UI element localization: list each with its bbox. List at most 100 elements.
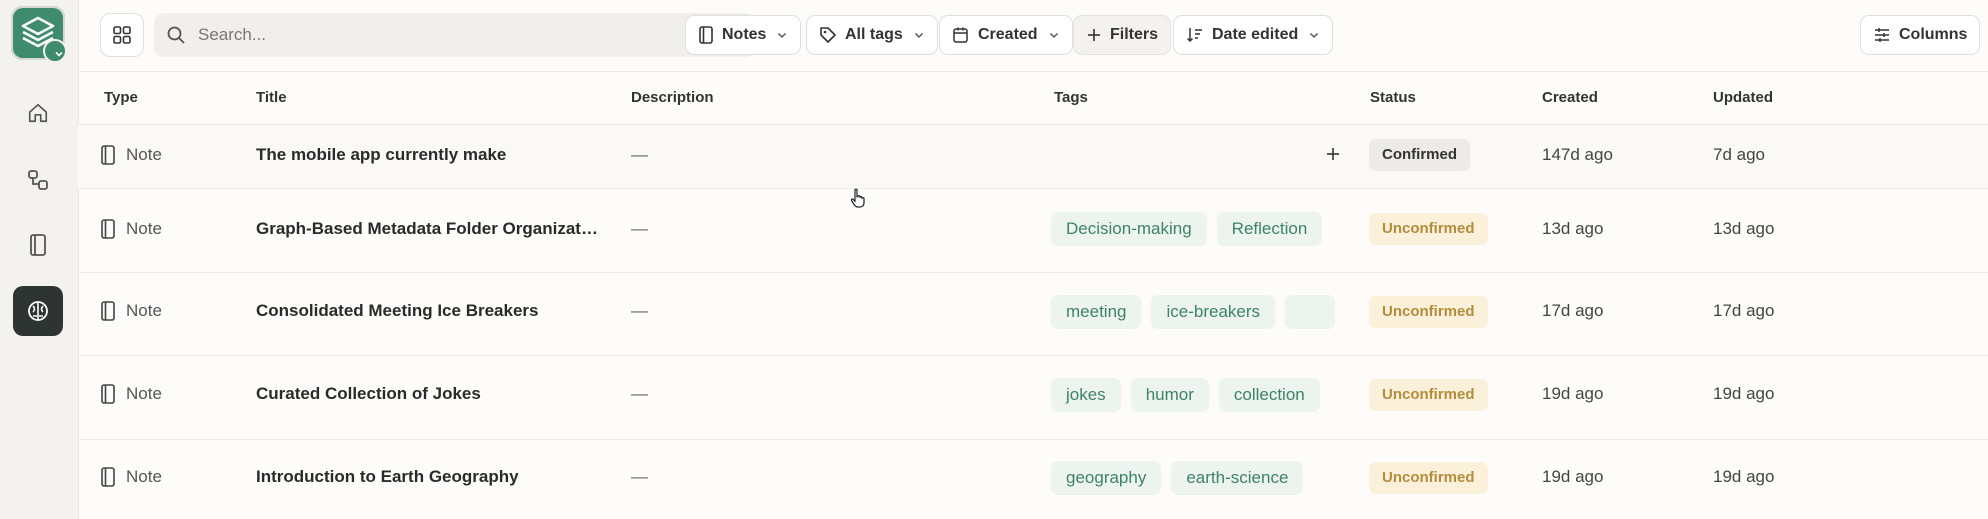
type-label: Note: [126, 467, 162, 486]
search-input[interactable]: [196, 24, 740, 46]
tag-chip[interactable]: [1285, 295, 1336, 329]
tags-filter-label: All tags: [845, 26, 903, 43]
column-header-type[interactable]: Type: [104, 89, 138, 106]
table-row[interactable]: Note Curated Collection of Jokes — jokes…: [78, 356, 1988, 440]
created-cell: 13d ago: [1542, 219, 1604, 238]
type-cell: Note: [100, 384, 162, 404]
notebook-icon: [699, 26, 713, 44]
tags-filter-dropdown[interactable]: All tags: [806, 15, 938, 55]
table-row[interactable]: Note The mobile app currently make — Con…: [78, 125, 1988, 189]
tag-chip[interactable]: Decision-making: [1051, 212, 1207, 246]
status-badge[interactable]: Unconfirmed: [1369, 379, 1488, 411]
status-badge[interactable]: Unconfirmed: [1369, 462, 1488, 494]
status-badge[interactable]: Unconfirmed: [1369, 213, 1488, 245]
workspace-chevron-icon[interactable]: [43, 39, 67, 63]
tag-chip[interactable]: meeting: [1051, 295, 1142, 329]
tag-chip[interactable]: humor: [1130, 378, 1209, 412]
updated-cell: 13d ago: [1713, 219, 1775, 238]
description-cell: —: [631, 301, 648, 320]
tag-chip[interactable]: geography: [1051, 461, 1162, 495]
type-label: Note: [126, 384, 162, 403]
description-cell: —: [631, 145, 648, 164]
column-header-created[interactable]: Created: [1542, 89, 1598, 106]
title-cell[interactable]: Curated Collection of Jokes: [256, 384, 601, 404]
notebook-icon: [101, 384, 115, 404]
description-cell: —: [631, 219, 648, 238]
type-label: Note: [126, 301, 162, 320]
add-tag-button[interactable]: [1323, 144, 1343, 169]
graph-nodes-icon: [28, 170, 48, 190]
description-cell: —: [631, 384, 648, 403]
nav-graph[interactable]: [13, 155, 63, 205]
plus-icon: [1088, 29, 1100, 41]
calendar-clock-icon: [953, 27, 968, 43]
tag-chip[interactable]: collection: [1218, 378, 1320, 412]
created-cell: 19d ago: [1542, 384, 1604, 403]
notebook-icon: [101, 219, 115, 239]
title-cell[interactable]: The mobile app currently make: [256, 145, 601, 165]
table-row[interactable]: Note Introduction to Earth Geography — g…: [78, 440, 1988, 519]
tags-cell: jokes humor collection: [1051, 378, 1391, 412]
nav-notebook[interactable]: [13, 220, 63, 270]
updated-cell: 7d ago: [1713, 145, 1765, 164]
sort-icon: [1186, 28, 1202, 43]
column-header-status[interactable]: Status: [1370, 89, 1416, 106]
tag-chip[interactable]: jokes: [1051, 378, 1121, 412]
chevron-down-icon: [1049, 32, 1058, 39]
created-filter-label: Created: [978, 26, 1038, 43]
notebook-icon: [101, 301, 115, 321]
chevron-down-icon: [778, 32, 787, 39]
tags-cell: meeting ice-breakers: [1051, 295, 1391, 329]
app-logo[interactable]: [11, 6, 67, 63]
type-label: Note: [126, 219, 162, 238]
tags-cell: geography earth-science: [1051, 461, 1391, 495]
filters-button[interactable]: Filters: [1073, 15, 1172, 55]
table-row[interactable]: Note Graph-Based Metadata Folder Organiz…: [78, 189, 1988, 273]
filters-label: Filters: [1110, 26, 1159, 43]
brain-icon: [28, 301, 48, 321]
type-cell: Note: [100, 145, 162, 165]
notebook-icon: [30, 234, 46, 256]
title-cell[interactable]: Introduction to Earth Geography: [256, 467, 601, 487]
notebook-icon: [101, 467, 115, 487]
notes-filter-dropdown[interactable]: Notes: [685, 15, 802, 55]
tag-chip[interactable]: ice-breakers: [1151, 295, 1276, 329]
hand-pointer-icon: [850, 188, 866, 213]
nav-brain[interactable]: [13, 286, 63, 336]
sort-dropdown[interactable]: Date edited: [1173, 15, 1334, 55]
title-cell[interactable]: Graph-Based Metadata Folder Organization: [256, 219, 601, 239]
type-label: Note: [126, 145, 162, 164]
table-row[interactable]: Note Consolidated Meeting Ice Breakers —…: [78, 273, 1988, 356]
column-header-title[interactable]: Title: [256, 89, 287, 106]
notebook-icon: [101, 145, 115, 165]
updated-cell: 19d ago: [1713, 467, 1775, 486]
view-grid-button[interactable]: [100, 13, 144, 57]
tag-chip[interactable]: Reflection: [1216, 212, 1323, 246]
column-header-tags[interactable]: Tags: [1054, 89, 1088, 106]
sliders-icon: [1875, 28, 1889, 42]
toolbar: Notes All tags Created Filters: [78, 0, 1988, 72]
status-badge[interactable]: Confirmed: [1369, 139, 1470, 171]
columns-label: Columns: [1899, 26, 1968, 43]
chevron-down-icon: [914, 32, 923, 39]
nav-home[interactable]: [13, 88, 63, 138]
column-header-description[interactable]: Description: [631, 89, 714, 106]
type-cell: Note: [100, 301, 162, 321]
column-header-updated[interactable]: Updated: [1713, 89, 1773, 106]
tag-chip[interactable]: earth-science: [1171, 461, 1304, 495]
created-cell: 19d ago: [1542, 467, 1604, 486]
title-cell[interactable]: Consolidated Meeting Ice Breakers: [256, 301, 601, 321]
type-cell: Note: [100, 467, 162, 487]
search-bar[interactable]: [154, 13, 756, 57]
notes-filter-label: Notes: [722, 26, 767, 43]
updated-cell: 19d ago: [1713, 384, 1775, 403]
created-cell: 147d ago: [1542, 145, 1613, 164]
home-icon: [28, 103, 48, 123]
tags-cell: Decision-making Reflection: [1051, 212, 1391, 246]
columns-button[interactable]: Columns: [1860, 15, 1981, 55]
status-badge[interactable]: Unconfirmed: [1369, 296, 1488, 328]
sort-label: Date edited: [1212, 26, 1299, 43]
tag-icon: [820, 27, 836, 43]
created-filter-dropdown[interactable]: Created: [939, 15, 1073, 55]
type-cell: Note: [100, 219, 162, 239]
